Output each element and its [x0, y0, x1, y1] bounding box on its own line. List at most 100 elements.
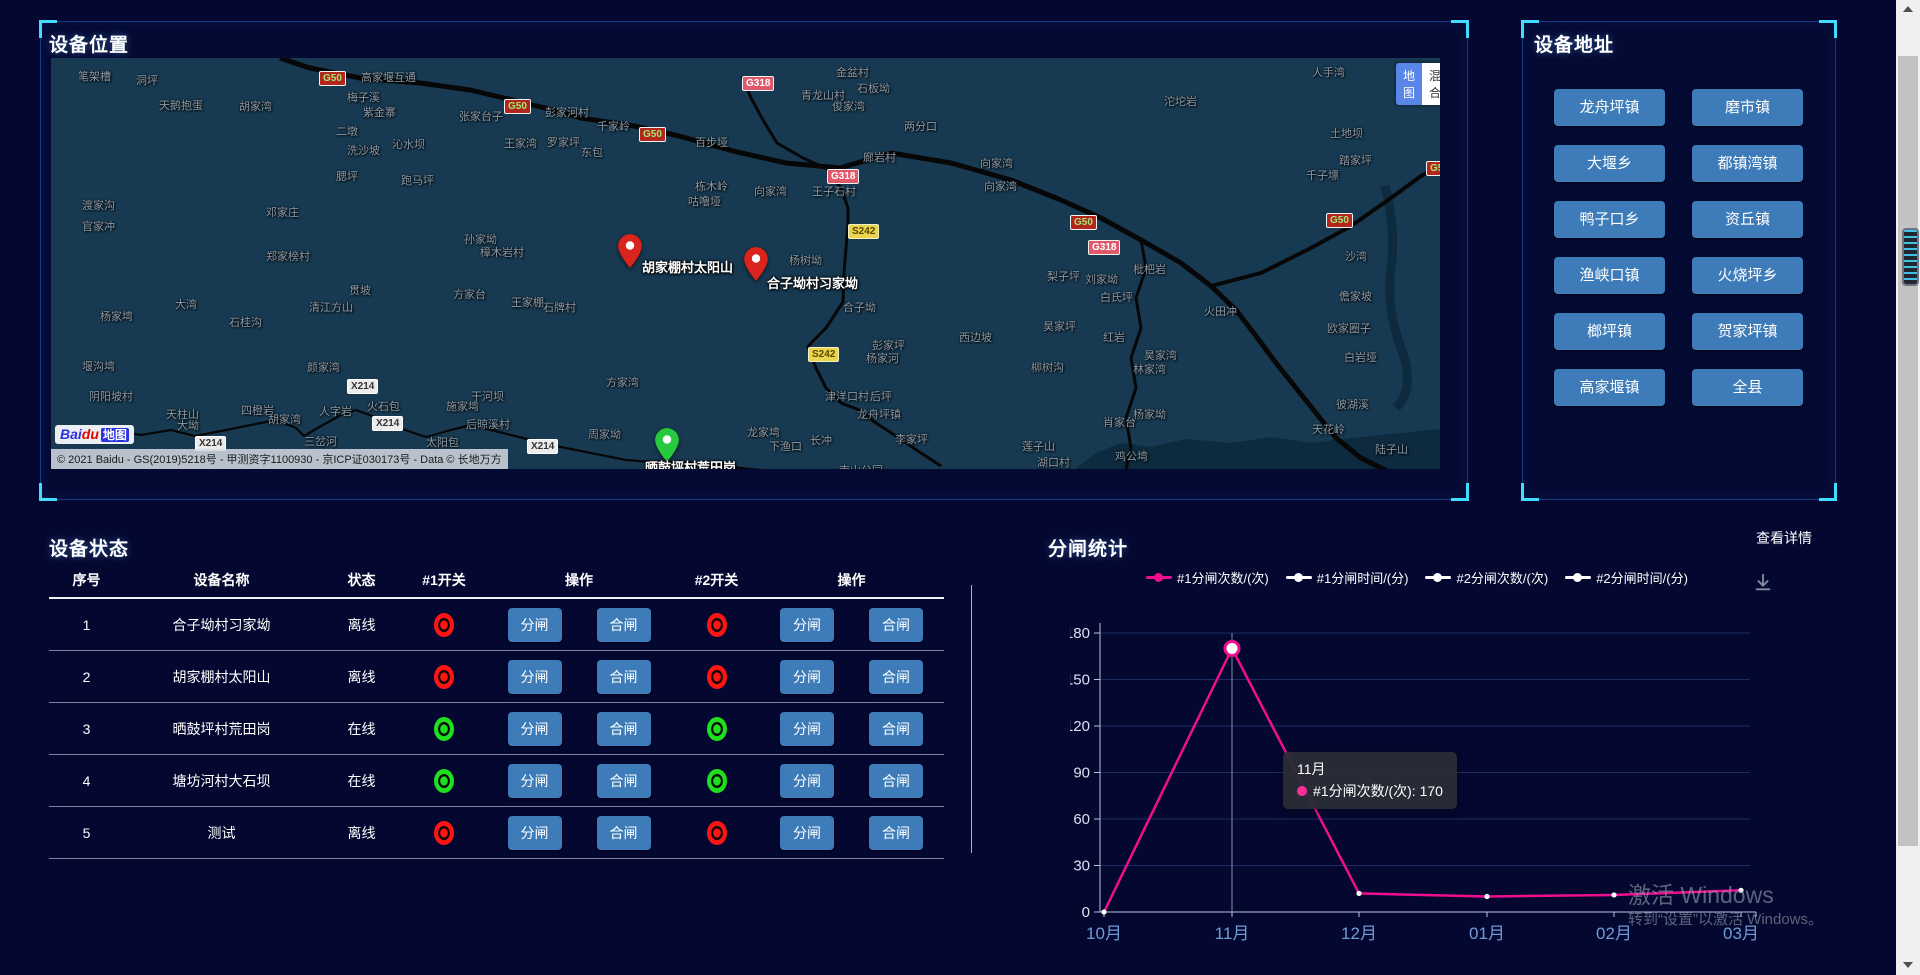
switch1-cell [404, 821, 484, 845]
section-divider [971, 585, 972, 853]
road-badge: X214 [372, 416, 403, 431]
address-button[interactable]: 龙舟坪镇 [1554, 89, 1665, 126]
svg-text:0: 0 [1082, 904, 1090, 921]
scroll-down-icon[interactable] [1903, 962, 1913, 968]
baidu-map[interactable]: 笔架槽洞坪天鹅抱蛋胡家湾高家堰互通梅子溪紫金寨二墩张家台子彭家河村千家岭王家湾罗… [51, 58, 1440, 469]
table-row: 4塘坊河村大石坝在线分闸合闸分闸合闸 [49, 755, 944, 807]
map-type-control[interactable]: 地图 混合 [1396, 63, 1440, 105]
download-icon[interactable] [1752, 571, 1774, 598]
scrollbar-thumb[interactable] [1898, 56, 1918, 846]
close-button[interactable]: 合闸 [869, 712, 923, 746]
address-button[interactable]: 大堰乡 [1554, 145, 1665, 182]
road-badge: G50 [1070, 215, 1097, 230]
corner-bracket [1451, 483, 1469, 501]
tooltip-value: 170 [1420, 783, 1443, 799]
close-button[interactable]: 合闸 [597, 764, 651, 798]
switch2-cell [674, 665, 759, 689]
open-button[interactable]: 分闸 [508, 660, 562, 694]
map-pin-icon[interactable] [618, 234, 642, 273]
device-name: 测试 [124, 823, 319, 843]
road-badge: X214 [527, 439, 558, 454]
address-button[interactable]: 资丘镇 [1692, 201, 1803, 238]
operation-cell: 分闸 合闸 [484, 816, 674, 850]
map-place-label: 林家湾 [1133, 364, 1166, 376]
map-place-label: 大湾 [175, 299, 197, 311]
switch2-cell [674, 821, 759, 845]
open-button[interactable]: 分闸 [780, 608, 834, 642]
legend-item[interactable]: #2分闸次数/(次) [1425, 568, 1548, 587]
map-place-label: 梅子溪 [347, 92, 380, 104]
map-place-label: 方家湾 [606, 377, 639, 389]
close-button[interactable]: 合闸 [869, 816, 923, 850]
table-header: 序号设备名称状态#1开关操作#2开关操作 [49, 563, 944, 599]
address-button[interactable]: 全县 [1692, 369, 1803, 406]
address-button[interactable]: 鸭子口乡 [1554, 201, 1665, 238]
map-place-label: 俊家湾 [832, 101, 865, 113]
switch-indicator-icon [707, 821, 727, 845]
close-button[interactable]: 合闸 [869, 660, 923, 694]
map-place-label: 湖口村 [1037, 457, 1070, 469]
map-place-label: 笔架槽 [78, 71, 111, 83]
legend-item[interactable]: #1分闸次数/(次) [1146, 568, 1269, 587]
svg-text:10月: 10月 [1086, 924, 1122, 943]
legend-item[interactable]: #2分闸时间/(分) [1565, 568, 1688, 587]
map-place-label: 向家湾 [980, 158, 1013, 170]
row-seq: 1 [49, 617, 124, 633]
map-place-label: 沁水坝 [392, 139, 425, 151]
address-button[interactable]: 高家堰镇 [1554, 369, 1665, 406]
map-type-map-button[interactable]: 地图 [1396, 63, 1422, 105]
table-row: 2胡家棚村太阳山离线分闸合闸分闸合闸 [49, 651, 944, 703]
address-button[interactable]: 火烧坪乡 [1692, 257, 1803, 294]
close-button[interactable]: 合闸 [597, 608, 651, 642]
map-place-label: 西边坡 [959, 332, 992, 344]
switch-indicator-icon [434, 769, 454, 793]
svg-text:11月: 11月 [1215, 924, 1250, 943]
open-button[interactable]: 分闸 [508, 608, 562, 642]
legend-item[interactable]: #1分闸时间/(分) [1286, 568, 1409, 587]
open-button[interactable]: 分闸 [780, 816, 834, 850]
legend-label: #2分闸次数/(次) [1456, 568, 1548, 587]
map-place-label: 金盆村 [836, 67, 869, 79]
map-place-label: 二墩 [336, 126, 358, 138]
operation-cell: 分闸 合闸 [759, 764, 944, 798]
map-place-label: 阴阳坡村 [89, 391, 133, 403]
map-place-label: 向家湾 [754, 186, 787, 198]
map-place-label: 清江方山 [309, 302, 353, 314]
svg-text:30: 30 [1073, 858, 1090, 875]
corner-bracket [1451, 20, 1469, 38]
map-place-label: 胡家湾 [239, 101, 272, 113]
chart-legend: #1分闸次数/(次) #1分闸时间/(分) #2分闸次数/(次) #2分闸时间/(分) [1146, 568, 1688, 587]
open-button[interactable]: 分闸 [508, 764, 562, 798]
open-button[interactable]: 分闸 [780, 712, 834, 746]
switch1-cell [404, 717, 484, 741]
close-button[interactable]: 合闸 [869, 764, 923, 798]
map-place-label: 洗沙坡 [347, 145, 380, 157]
open-button[interactable]: 分闸 [508, 816, 562, 850]
scroll-widget[interactable] [1902, 228, 1919, 286]
close-button[interactable]: 合闸 [597, 712, 651, 746]
address-button[interactable]: 贺家坪镇 [1692, 313, 1803, 350]
map-place-label: 石桂沟 [229, 317, 262, 329]
scroll-up-icon[interactable] [1903, 6, 1913, 12]
map-type-hybrid-button[interactable]: 混合 [1422, 63, 1440, 105]
open-button[interactable]: 分闸 [780, 764, 834, 798]
operation-cell: 分闸 合闸 [484, 712, 674, 746]
map-place-label: 王子石村 [812, 186, 856, 198]
address-button[interactable]: 渔峡口镇 [1554, 257, 1665, 294]
map-place-label: 东包 [581, 147, 603, 159]
device-status-title: 设备状态 [49, 534, 129, 561]
close-button[interactable]: 合闸 [597, 660, 651, 694]
view-details-link[interactable]: 查看详情 [1756, 528, 1812, 548]
address-button[interactable]: 都镇湾镇 [1692, 145, 1803, 182]
status-text: 离线 [319, 615, 404, 635]
close-button[interactable]: 合闸 [869, 608, 923, 642]
table-row: 5测试离线分闸合闸分闸合闸 [49, 807, 944, 859]
address-button[interactable]: 磨市镇 [1692, 89, 1803, 126]
address-button[interactable]: 榔坪镇 [1554, 313, 1665, 350]
switch2-cell [674, 613, 759, 637]
map-pin-icon[interactable] [744, 247, 768, 286]
close-button[interactable]: 合闸 [597, 816, 651, 850]
switch2-cell [674, 717, 759, 741]
open-button[interactable]: 分闸 [780, 660, 834, 694]
open-button[interactable]: 分闸 [508, 712, 562, 746]
